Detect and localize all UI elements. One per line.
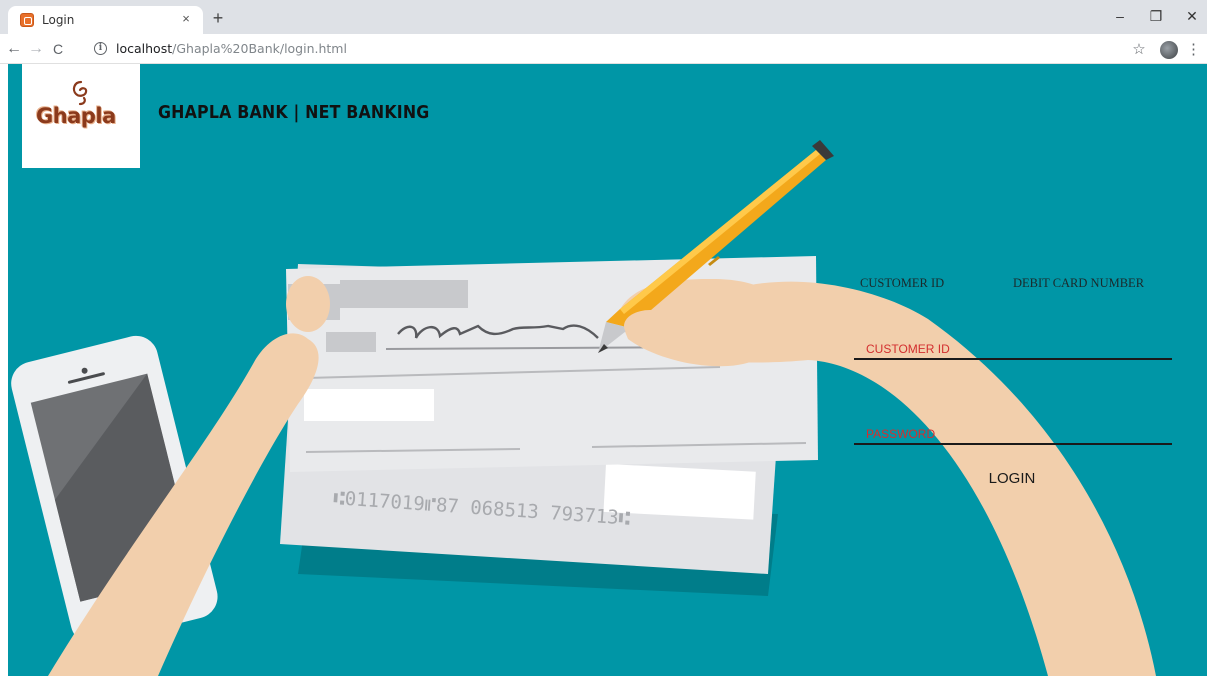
profile-avatar[interactable] (1160, 41, 1178, 59)
login-button[interactable]: LOGIN (980, 468, 1044, 488)
left-thumb (286, 276, 330, 332)
url-path: /Ghapla%20Bank/login.html (172, 41, 347, 56)
minimize-icon[interactable]: – (1105, 6, 1135, 26)
customer-id-field (854, 340, 1172, 360)
url-text[interactable]: localhost/Ghapla%20Bank/login.html (116, 41, 347, 56)
forward-icon[interactable]: → (26, 39, 46, 59)
password-input[interactable] (854, 425, 1172, 443)
close-window-icon[interactable]: ✕ (1177, 6, 1207, 26)
address-bar[interactable]: i localhost/Ghapla%20Bank/login.html (90, 38, 1120, 60)
bookmark-star-icon[interactable]: ☆ (1130, 41, 1148, 59)
hero-illustration: ⑆0117019⑈87 068513 793713⑆ (11, 140, 1156, 676)
back-icon[interactable]: ← (4, 39, 24, 59)
browser-tabstrip: Login × + – ❐ ✕ (0, 0, 1207, 34)
info-icon[interactable]: i (94, 42, 107, 55)
customer-id-input[interactable] (854, 340, 1172, 358)
logo-text: Ghapla (36, 104, 116, 128)
cheque-amount-box (304, 389, 434, 421)
favicon-icon (20, 13, 34, 27)
menu-icon[interactable]: ⋮ (1186, 40, 1201, 60)
password-field (854, 425, 1172, 445)
logo-box[interactable]: Ghapla (22, 64, 140, 168)
bank-title: GHAPLA BANK | NET BANKING (158, 102, 430, 123)
tab-debit-card-number[interactable]: DEBIT CARD NUMBER (1013, 276, 1144, 291)
reload-icon[interactable]: C (48, 39, 68, 59)
cheque-box-2 (340, 280, 468, 308)
maximize-icon[interactable]: ❐ (1141, 6, 1171, 26)
logo-mark-icon (72, 80, 88, 106)
tab-title: Login (42, 13, 75, 27)
browser-toolbar: ← → C i localhost/Ghapla%20Bank/login.ht… (0, 34, 1207, 64)
url-host: localhost (116, 41, 173, 56)
tab-close-icon[interactable]: × (177, 10, 195, 28)
tab-customer-id[interactable]: CUSTOMER ID (860, 276, 944, 291)
browser-tab[interactable]: Login × (8, 6, 203, 34)
login-page: ⑆0117019⑈87 068513 793713⑆ Ghapla GHAPLA… (8, 64, 1207, 676)
new-tab-icon[interactable]: + (208, 8, 228, 28)
right-fingers (624, 310, 676, 342)
cheque-box-3 (326, 332, 376, 352)
